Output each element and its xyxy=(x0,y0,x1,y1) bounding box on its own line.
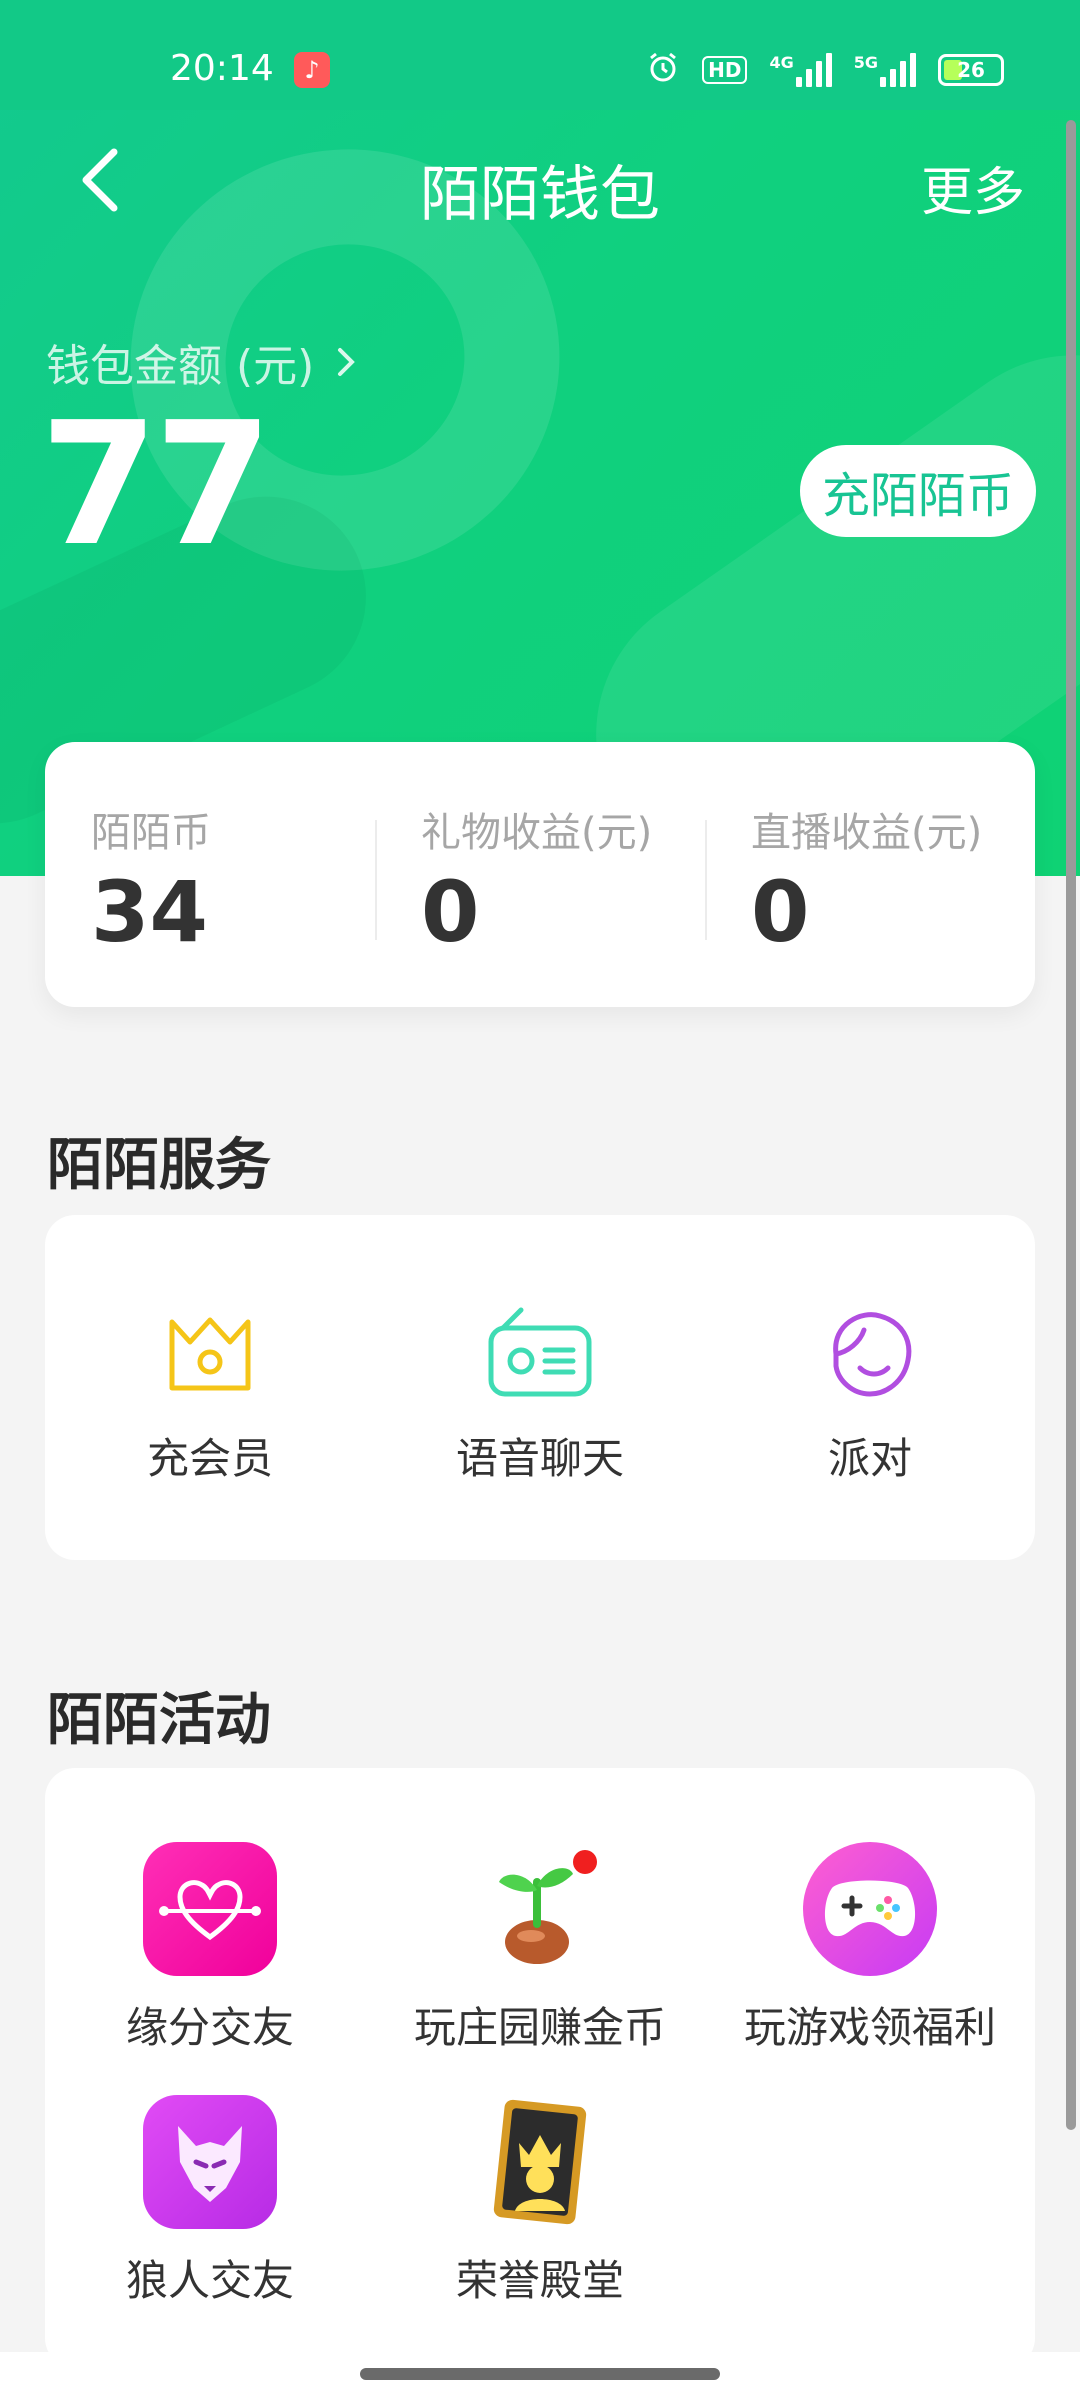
activity-label: 缘分交友 xyxy=(125,2003,294,2052)
service-label: 派对 xyxy=(827,1434,912,1483)
activity-games-rewards[interactable]: 玩游戏领福利 xyxy=(705,1842,1035,2055)
service-party[interactable]: 派对 xyxy=(705,1297,1035,1486)
page-title: 陌陌钱包 xyxy=(420,160,660,230)
stat-label: 礼物收益(元) xyxy=(421,809,653,856)
signal-4g-icon: 4G xyxy=(769,53,832,87)
stat-value: 0 xyxy=(421,862,480,961)
recharge-coins-button[interactable]: 充陌陌币 xyxy=(800,445,1036,537)
status-time: 20:14 xyxy=(170,48,274,89)
gamepad-icon xyxy=(803,1842,937,1976)
more-button[interactable]: 更多 xyxy=(921,150,1025,225)
service-voice-chat[interactable]: 语音聊天 xyxy=(375,1297,705,1486)
activity-hall-of-fame[interactable]: 荣誉殿堂 xyxy=(375,2095,705,2308)
activity-label: 荣誉殿堂 xyxy=(455,2256,624,2305)
stat-value: 0 xyxy=(751,862,810,961)
scrollbar[interactable] xyxy=(1066,120,1076,2130)
heart-link-icon xyxy=(143,1842,277,1976)
hd-voice-icon: HD xyxy=(702,56,748,84)
wallet-amount-label: 钱包金额 (元) xyxy=(46,341,315,392)
activity-label: 狼人交友 xyxy=(125,2256,294,2305)
stat-momo-coins[interactable]: 陌陌币 34 xyxy=(45,800,375,954)
activities-title: 陌陌活动 xyxy=(47,1688,271,1753)
service-label: 语音聊天 xyxy=(455,1434,624,1483)
radio-icon xyxy=(485,1297,595,1407)
services-title: 陌陌服务 xyxy=(47,1133,271,1198)
battery-icon: 26 xyxy=(938,54,1004,86)
service-vip[interactable]: 充会员 xyxy=(45,1297,375,1486)
stat-gift-income[interactable]: 礼物收益(元) 0 xyxy=(375,800,705,954)
stats-card: 陌陌币 34 礼物收益(元) 0 直播收益(元) 0 xyxy=(45,742,1035,1007)
stat-live-income[interactable]: 直播收益(元) 0 xyxy=(705,800,1035,954)
trophy-card-icon xyxy=(473,2095,607,2229)
services-card: 充会员 语音聊天 派对 xyxy=(45,1215,1035,1560)
net-5g-label: 5G xyxy=(853,53,878,72)
activities-card: 缘分交友 玩庄园赚金币 玩游戏领福利 狼人交友 荣誉殿堂 xyxy=(45,1768,1035,2368)
activity-farm-coins[interactable]: 玩庄园赚金币 xyxy=(375,1842,705,2055)
crown-icon xyxy=(155,1297,265,1407)
alarm-icon xyxy=(646,50,680,90)
status-icons: HD 4G 5G 26 xyxy=(646,50,1004,90)
net-4g-label: 4G xyxy=(769,53,794,72)
activity-fate-dating[interactable]: 缘分交友 xyxy=(45,1842,375,2055)
status-bar: 20:14 ♪ HD 4G 5G 26 xyxy=(0,0,1080,110)
girl-face-icon xyxy=(815,1297,925,1407)
wallet-amount-link[interactable]: 钱包金额 (元) xyxy=(46,330,358,394)
activity-werewolf[interactable]: 狼人交友 xyxy=(45,2095,375,2308)
music-notification-icon: ♪ xyxy=(294,52,330,88)
battery-level: 26 xyxy=(957,58,985,82)
signal-5g-icon: 5G xyxy=(854,53,916,87)
stat-value: 34 xyxy=(91,862,208,961)
sprout-icon xyxy=(473,1842,607,1976)
home-indicator[interactable] xyxy=(360,2368,720,2380)
stat-label: 直播收益(元) xyxy=(751,809,983,856)
activity-label: 玩游戏领福利 xyxy=(743,2003,996,2052)
wallet-amount: 77 xyxy=(40,386,273,584)
stat-label: 陌陌币 xyxy=(91,809,211,856)
activity-label: 玩庄园赚金币 xyxy=(413,2003,666,2052)
wolf-icon xyxy=(143,2095,277,2229)
service-label: 充会员 xyxy=(146,1434,273,1483)
chevron-right-icon xyxy=(338,348,356,376)
